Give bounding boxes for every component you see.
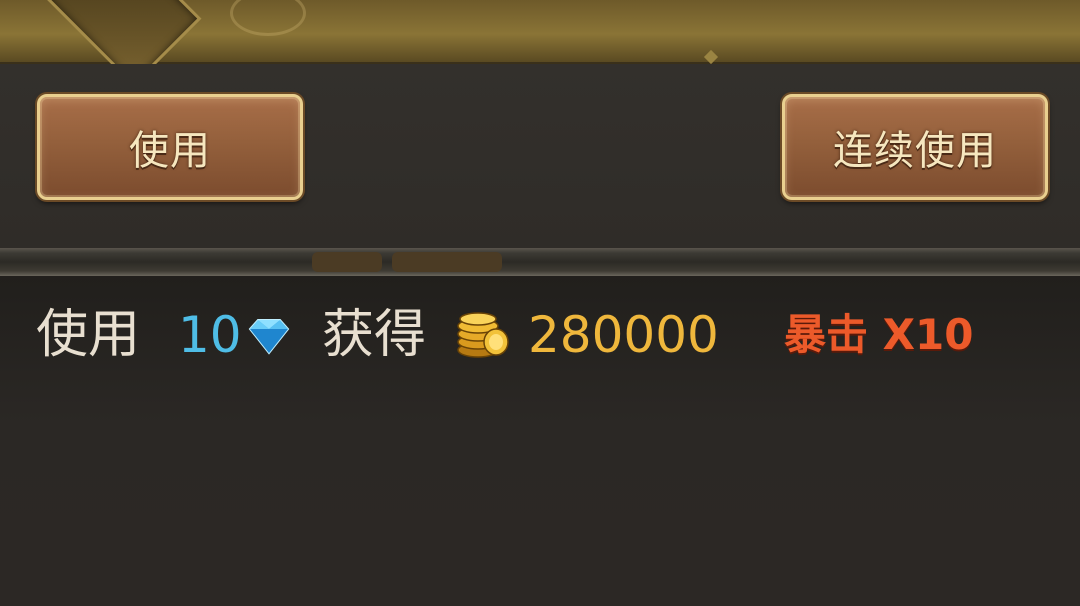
use-button[interactable]: 使用 — [37, 94, 303, 200]
cost-value: 10 — [178, 306, 242, 364]
separator-shadow — [392, 252, 502, 272]
use-button-label: 使用 — [129, 128, 211, 174]
exchange-row: 使用 10 获得 280000 暴击 X10 — [36, 302, 1056, 368]
critical-multiplier: 暴击 X10 — [784, 310, 974, 359]
banner-notch — [703, 49, 719, 65]
continuous-use-button-label: 连续使用 — [833, 128, 997, 174]
banner-swirl — [230, 0, 306, 36]
gain-value: 280000 — [528, 306, 719, 364]
use-text: 使用 — [36, 305, 141, 365]
top-banner — [0, 0, 1080, 87]
continuous-use-button[interactable]: 连续使用 — [782, 94, 1048, 200]
separator-shadow — [312, 252, 382, 272]
panel-separator — [0, 248, 1080, 276]
get-text: 获得 — [322, 305, 427, 365]
info-panel: 使用 10 获得 280000 暴击 X10 — [0, 276, 1080, 606]
action-panel: 使用 连续使用 — [0, 64, 1080, 248]
gold-coin-stack-icon — [457, 312, 509, 358]
diamond-icon — [248, 319, 290, 355]
